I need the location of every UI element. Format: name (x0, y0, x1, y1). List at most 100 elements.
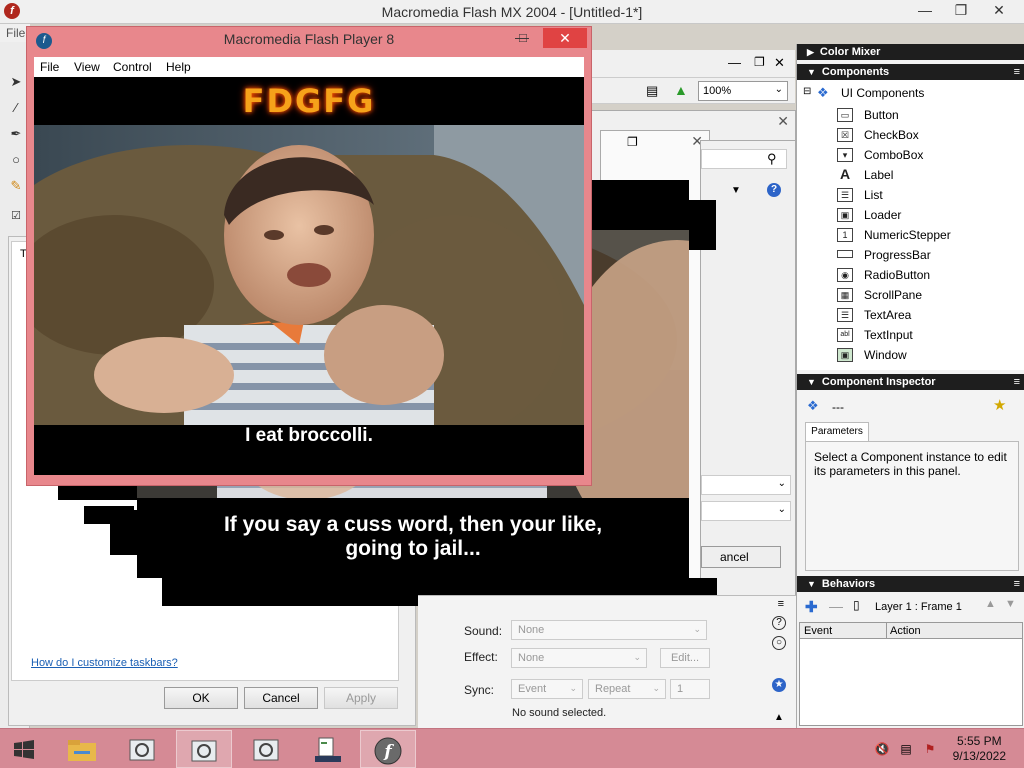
component-item[interactable]: ProgressBar (864, 247, 931, 263)
zoom-select[interactable]: 100% ⌄ (698, 81, 788, 101)
menu-help[interactable]: Help (166, 60, 191, 74)
right-panels: ▶ Color Mixer ▼ Components ≡ ⊟ ❖ UI Compon… (796, 44, 1024, 728)
component-inspector-header[interactable]: ▼ Component Inspector ≡ (797, 374, 1024, 390)
list-component-icon: ☰ (837, 188, 853, 202)
flash-mx-taskbar-icon[interactable]: f (360, 730, 416, 768)
component-item[interactable]: Window (864, 347, 907, 363)
edit-symbols-icon[interactable]: ▲ (674, 82, 688, 98)
textinput-component-icon: abl (837, 328, 853, 342)
restore-button[interactable]: ❐ (944, 0, 978, 22)
apply-button[interactable]: Apply (324, 687, 398, 709)
flash-close-button[interactable]: ✕ (543, 28, 587, 48)
zoom-dropdown-icon: ⌄ (774, 84, 783, 95)
components-header[interactable]: ▼ Components ≡ (797, 64, 1024, 80)
numericstepper-component-icon: 1 (837, 228, 853, 242)
component-item[interactable]: RadioButton (864, 267, 930, 283)
color-mixer-header[interactable]: ▶ Color Mixer (797, 44, 1024, 60)
start-button[interactable] (0, 730, 48, 768)
component-item[interactable]: CheckBox (864, 127, 919, 143)
cancel-button[interactable]: Cancel (244, 687, 318, 709)
ok-button[interactable]: OK (164, 687, 238, 709)
chevron-down-icon: ⌄ (569, 683, 577, 693)
edit-scene-icon[interactable]: ▤ (646, 83, 658, 99)
star-icon[interactable]: ★ (993, 396, 1006, 414)
doc-restore-icon[interactable]: ❐ (754, 55, 765, 69)
flash-player-taskbar-icon[interactable] (114, 730, 170, 768)
panel-menu-icon[interactable]: ≡ (1014, 576, 1021, 592)
menu-view[interactable]: View (74, 60, 100, 74)
help-icon[interactable]: ? (767, 183, 781, 197)
help-icon[interactable]: ? (772, 616, 786, 630)
checkbox-component-icon: ☒ (837, 128, 853, 142)
move-down-icon[interactable]: ▼ (1005, 598, 1016, 610)
sync-select[interactable]: Event ⌄ (511, 679, 583, 699)
component-item[interactable]: TextArea (864, 307, 911, 323)
file-explorer-taskbar-icon[interactable] (54, 730, 110, 768)
component-item[interactable]: TextInput (864, 327, 913, 343)
panel-menu-icon[interactable]: ≡ (1014, 374, 1021, 390)
pen-tool-icon[interactable]: ✒ (8, 126, 24, 142)
tab-parameters[interactable]: Parameters (805, 422, 869, 442)
effect-select[interactable]: None ⌄ (511, 648, 647, 668)
repeat-count-field[interactable]: 1 (670, 679, 710, 699)
flash-stage: FDGFG I eat broccolli. (34, 77, 584, 475)
flash-player-taskbar-icon-active[interactable] (176, 730, 232, 768)
search-icon[interactable]: ⚲ (767, 151, 777, 167)
label-component-icon: A (837, 167, 853, 182)
action-center-icon[interactable]: ⚑ (922, 741, 938, 757)
dropdown-field[interactable]: ⌄ (701, 475, 791, 495)
minimize-button[interactable]: — (908, 0, 942, 22)
line-tool-icon[interactable]: ∕ (8, 100, 24, 116)
tree-toggle-icon[interactable]: ⊟ (803, 86, 811, 97)
component-item[interactable]: List (864, 187, 883, 203)
oval-tool-icon[interactable]: ○ (8, 152, 24, 168)
components-title: Components (821, 66, 890, 78)
clock-time: 5:55 PM (956, 734, 1002, 748)
customize-taskbars-link[interactable]: How do I customize taskbars? (31, 657, 178, 669)
collapse-arrow-icon: ▼ (807, 67, 816, 77)
component-item[interactable]: Button (864, 107, 899, 123)
doc-close-icon[interactable]: ✕ (774, 55, 785, 71)
menu-control[interactable]: Control (113, 60, 152, 74)
volume-muted-icon[interactable]: 🔇 (874, 741, 890, 757)
clock[interactable]: 5:55 PM 9/13/2022 (953, 734, 1006, 764)
component-item[interactable]: ScrollPane (864, 287, 922, 303)
chevron-down-icon: ⌄ (652, 683, 660, 693)
behaviors-header[interactable]: ▼ Behaviors ≡ (797, 576, 1024, 592)
remove-behavior-icon[interactable]: — (829, 598, 843, 614)
textarea-component-icon: ☰ (837, 308, 853, 322)
repeat-select[interactable]: Repeat ⌄ (588, 679, 666, 699)
video-frame (34, 125, 584, 425)
taskbar-properties-taskbar-icon[interactable] (300, 730, 356, 768)
components-tree: ⊟ ❖ UI Components ▭ Button ☒ CheckBox ▾ … (797, 80, 1024, 370)
menu-file[interactable]: File (6, 26, 25, 40)
properties-menu-icon[interactable]: ≡ (778, 598, 784, 610)
network-icon[interactable]: ▤ (898, 741, 914, 757)
add-behavior-icon[interactable]: ✚ (805, 598, 818, 616)
move-up-icon[interactable]: ▲ (985, 598, 996, 610)
flash-restore-button[interactable]: □ (519, 30, 527, 45)
arrow-tool-icon[interactable]: ➤ (8, 74, 24, 90)
sound-select[interactable]: None ⌄ (511, 620, 707, 640)
expand-icon[interactable]: ○ (772, 636, 786, 650)
close-button[interactable]: ✕ (982, 0, 1016, 22)
flash-player-taskbar-icon[interactable] (238, 730, 294, 768)
doc-minimize-icon[interactable]: — (728, 55, 741, 70)
pencil-tool-icon[interactable]: ✎ (8, 178, 24, 194)
accessibility-icon[interactable]: ★ (772, 678, 786, 692)
component-item[interactable]: ComboBox (864, 147, 923, 163)
component-item[interactable]: Loader (864, 207, 901, 223)
dropdown-arrow-icon[interactable]: ▼ (731, 185, 741, 196)
sync-select-value: Event (518, 683, 547, 695)
ui-components-folder[interactable]: UI Components (841, 86, 924, 100)
partial-cancel-button[interactable]: ancel (701, 546, 781, 568)
menu-file[interactable]: File (40, 60, 59, 74)
dropdown-field[interactable]: ⌄ (701, 501, 791, 521)
collapse-arrow-icon[interactable]: ▲ (774, 712, 784, 723)
edit-sound-button[interactable]: Edit... (660, 648, 710, 668)
panel-menu-icon[interactable]: ≡ (1014, 64, 1021, 80)
component-item[interactable]: Label (864, 167, 893, 183)
component-item[interactable]: NumericStepper (864, 227, 951, 243)
radiobutton-component-icon: ◉ (837, 268, 853, 282)
checkbox-tool-icon[interactable]: ☑ (8, 208, 24, 224)
